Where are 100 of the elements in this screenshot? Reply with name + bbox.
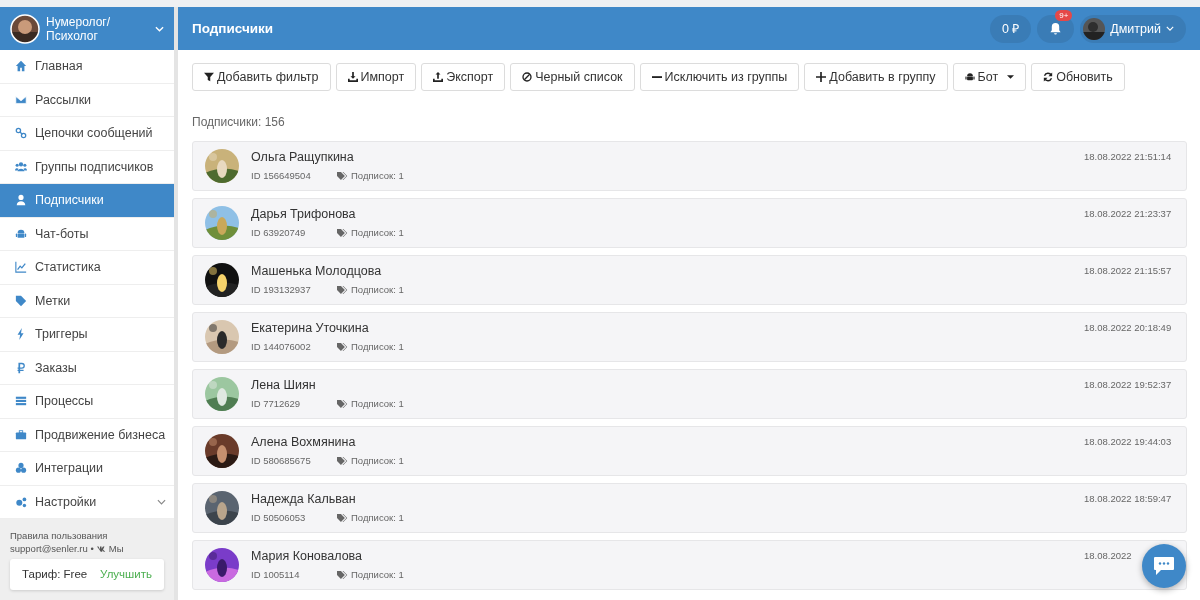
tags-icon <box>337 570 348 579</box>
subscriber-id: ID 580685675 <box>251 455 312 466</box>
sidebar-item[interactable]: Метки <box>0 284 174 318</box>
toolbar-button[interactable]: Черный список <box>510 63 635 91</box>
filter-icon <box>204 72 214 82</box>
subscriber-name[interactable]: Ольга Ращупкина <box>251 150 404 164</box>
tags-icon <box>337 399 348 408</box>
download-icon <box>347 72 358 82</box>
sidebar-item[interactable]: Продвижение бизнеса <box>0 418 174 452</box>
subscription-date: 18.08.2022 19:52:37 <box>1084 379 1172 390</box>
subscription-count: Подписок: 1 <box>351 569 404 580</box>
bell-icon <box>1049 22 1063 35</box>
subscriber-name[interactable]: Алена Вохмянина <box>251 435 404 449</box>
toolbar-button[interactable]: Обновить <box>1031 63 1125 91</box>
sidebar-item[interactable]: Рассылки <box>0 83 174 117</box>
subscription-date: 18.08.2022 19:44:03 <box>1084 436 1172 447</box>
subscriber-card[interactable]: Екатерина Уточкина ID 144076002 Подписок: 1 18.08.2022 20:18:49 <box>192 312 1187 362</box>
subscriber-id: ID 50506053 <box>251 512 307 523</box>
tag-icon <box>15 294 27 307</box>
subscriber-card[interactable]: Дарья Трифонова ID 63920749 Подписок: 1 18.08.2022 21:23:37 <box>192 198 1187 248</box>
list-icon <box>15 395 27 408</box>
subscription-count: Подписок: 1 <box>351 455 404 466</box>
subscription-date: 18.08.2022 21:23:37 <box>1084 208 1172 219</box>
toolbar-button[interactable]: Добавить фильтр <box>192 63 331 91</box>
subscriber-card[interactable]: Лена Шиян ID 7712629 Подписок: 1 18.08.2022 19:52:37 <box>192 369 1187 419</box>
balance-button[interactable]: 0 ₽ <box>989 14 1032 43</box>
vk-link[interactable]: Мы <box>108 542 124 555</box>
plan-label: Тариф: Free <box>22 568 88 581</box>
account-switcher[interactable]: Нумеролог/ Психолог <box>0 7 174 50</box>
upload-icon <box>433 72 444 82</box>
user-icon <box>15 194 27 207</box>
refresh-icon <box>1043 72 1054 82</box>
subscriber-card[interactable]: Машенька Молодцова ID 193132937 Подписок: 1 18.08.2022 21:15:57 <box>192 255 1187 305</box>
subscription-date: 18.08.2022 18:59:47 <box>1084 493 1172 504</box>
tags-icon <box>337 456 348 465</box>
subscriber-card[interactable]: Мария Коновалова ID 1005114 Подписок: 1 18.08.2022 <box>192 540 1187 590</box>
subscription-date: 18.08.2022 <box>1084 550 1132 561</box>
page-title: Подписчики <box>192 21 274 36</box>
tags-icon <box>337 513 348 522</box>
subscription-count: Подписок: 1 <box>351 512 404 523</box>
subscriber-name[interactable]: Машенька Молодцова <box>251 264 404 278</box>
sidebar-item[interactable]: Заказы <box>0 351 174 385</box>
chevron-down-icon <box>155 25 164 32</box>
subscriber-name[interactable]: Дарья Трифонова <box>251 207 404 221</box>
home-icon <box>15 60 27 73</box>
chevron-down-icon <box>157 498 166 505</box>
subscriber-card[interactable]: Надежда Кальван ID 50506053 Подписок: 1 18.08.2022 18:59:47 <box>192 483 1187 533</box>
subscriber-id: ID 156649504 <box>251 170 312 181</box>
vk-icon <box>96 545 106 552</box>
mail-icon <box>15 93 27 106</box>
sidebar-item[interactable]: Цепочки сообщений <box>0 117 174 151</box>
subscriber-name[interactable]: Екатерина Уточкина <box>251 321 404 335</box>
sidebar-item[interactable]: Статистика <box>0 251 174 285</box>
chart-icon <box>15 261 27 274</box>
toolbar-button[interactable]: Экспорт <box>421 63 506 91</box>
subscription-count: Подписок: 1 <box>351 170 404 181</box>
tags-icon <box>337 171 348 180</box>
sidebar-item[interactable]: Чат-боты <box>0 217 174 251</box>
tags-icon <box>337 342 348 351</box>
subscription-count: Подписок: 1 <box>351 341 404 352</box>
plus-icon <box>816 72 827 82</box>
bot-dropdown[interactable]: Бот <box>952 63 1027 91</box>
terms-link[interactable]: Правила пользования <box>10 530 108 541</box>
subscriber-id: ID 1005114 <box>251 569 301 580</box>
subscriber-id: ID 7712629 <box>251 398 302 409</box>
subscriber-card[interactable]: Ольга Ращупкина ID 156649504 Подписок: 1 18.08.2022 21:51:14 <box>192 141 1187 191</box>
subscription-count: Подписок: 1 <box>351 398 404 409</box>
chat-icon <box>1153 556 1175 576</box>
toolbar-button[interactable]: Импорт <box>335 63 417 91</box>
sidebar-item[interactable]: Триггеры <box>0 318 174 352</box>
subscriber-count: Подписчики: 156 <box>192 115 286 129</box>
tags-icon <box>337 228 348 237</box>
sidebar-item[interactable]: Процессы <box>0 385 174 419</box>
case-icon <box>15 428 27 441</box>
subscription-count: Подписок: 1 <box>351 284 404 295</box>
user-menu-button[interactable]: Дмитрий <box>1080 14 1186 43</box>
account-name: Нумеролог/ Психолог <box>46 14 112 43</box>
subscriber-name[interactable]: Мария Коновалова <box>251 549 404 563</box>
sidebar-item[interactable]: Подписчики <box>0 184 174 218</box>
subscription-date: 18.08.2022 20:18:49 <box>1084 322 1172 333</box>
ban-icon <box>522 72 533 82</box>
sidebar-item[interactable]: Интеграции <box>0 452 174 486</box>
users-icon <box>15 160 27 173</box>
subscription-date: 18.08.2022 21:15:57 <box>1084 265 1172 276</box>
toolbar-button[interactable]: Исключить из группы <box>639 63 800 91</box>
rub-icon <box>15 361 27 374</box>
subscriber-name[interactable]: Надежда Кальван <box>251 492 404 506</box>
link-icon <box>15 127 27 140</box>
bot-icon <box>964 72 975 82</box>
subscriber-card[interactable]: Алена Вохмянина ID 580685675 Подписок: 1 18.08.2022 19:44:03 <box>192 426 1187 476</box>
sidebar-item[interactable]: Главная <box>0 50 174 84</box>
toolbar-button[interactable]: Добавить в группу <box>804 63 948 91</box>
subscriber-name[interactable]: Лена Шиян <box>251 378 404 392</box>
notification-count: 9+ <box>1055 9 1073 21</box>
subscription-count: Подписок: 1 <box>351 227 404 238</box>
subscriber-id: ID 193132937 <box>251 284 312 295</box>
subscriber-id: ID 144076002 <box>251 341 312 352</box>
bot-icon <box>15 227 27 240</box>
support-email-link[interactable]: support@senler.ru • <box>10 542 94 555</box>
subscription-date: 18.08.2022 21:51:14 <box>1084 151 1172 162</box>
